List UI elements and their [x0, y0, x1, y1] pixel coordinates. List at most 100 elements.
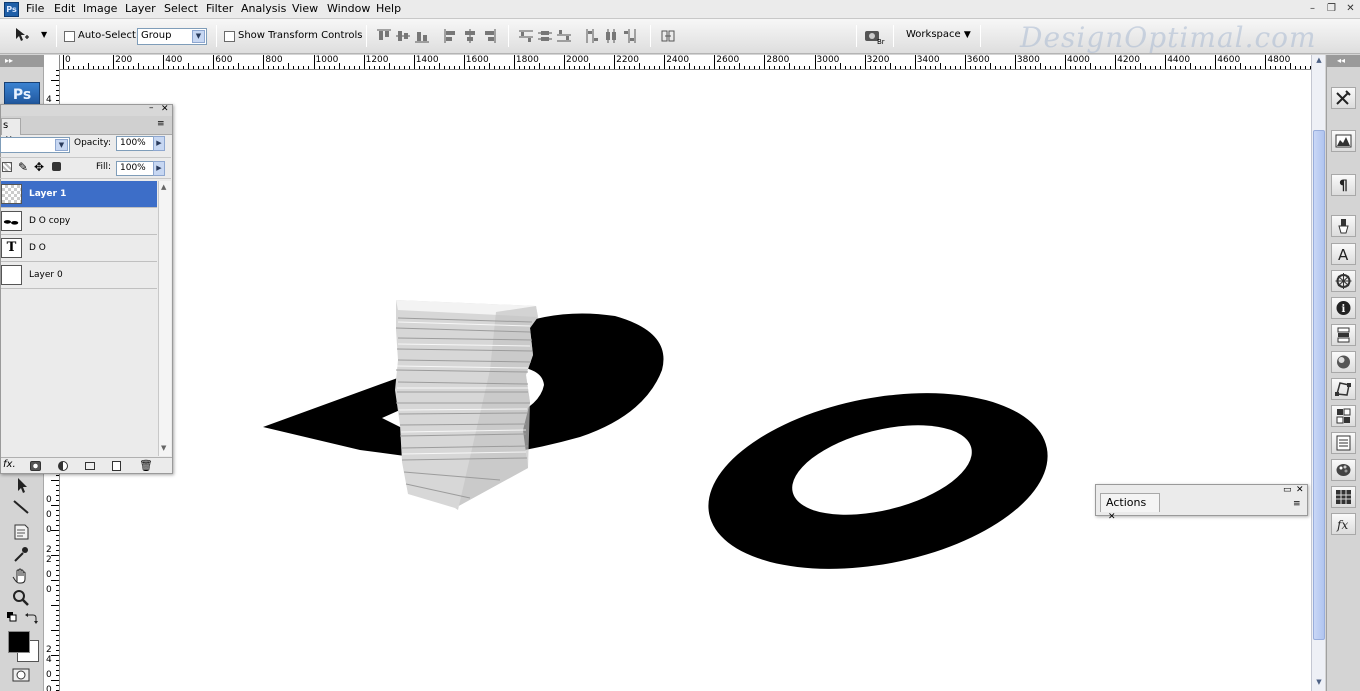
menu-image[interactable]: Image [83, 2, 117, 15]
panel-menu-icon[interactable]: ≡ [1293, 499, 1301, 509]
menu-analysis[interactable]: Analysis [241, 2, 286, 15]
dock-header[interactable]: ◂◂ [1327, 55, 1360, 67]
fx-icon[interactable]: fx. [3, 459, 16, 470]
document-canvas[interactable] [60, 70, 1311, 691]
actions-tab[interactable]: Actions ✕ [1100, 493, 1160, 522]
adjustment-layer-icon[interactable] [58, 461, 68, 471]
layer-row-layer-1[interactable]: Layer 1 [1, 181, 157, 208]
move-tool-preset-icon[interactable] [14, 27, 30, 43]
distribute-top-icon[interactable] [518, 28, 534, 44]
scroll-down-icon[interactable]: ▼ [161, 444, 166, 452]
layer-comps-icon[interactable] [1331, 324, 1356, 346]
lock-brush-icon[interactable]: ✎ [18, 160, 28, 174]
new-group-icon[interactable] [85, 462, 95, 470]
distribute-hcenter-icon[interactable] [603, 28, 619, 44]
scrollbar-thumb[interactable] [1313, 130, 1325, 640]
hand-tool-icon[interactable] [10, 566, 32, 586]
trash-icon[interactable]: 🗑 [139, 459, 153, 472]
history-icon[interactable] [1331, 432, 1356, 454]
lock-transparency-icon[interactable] [2, 162, 12, 172]
ruler-horizontal[interactable]: 0 200 400 600 800 1000 1200 1400 1600 1800 2000 220… [60, 55, 1311, 70]
paragraph-icon[interactable]: ¶ [1331, 174, 1356, 196]
quick-mask-icon[interactable] [10, 665, 32, 685]
align-hcenter-icon[interactable] [462, 28, 478, 44]
workspace-menu[interactable]: Workspace ▼ [906, 29, 971, 40]
ruler-minor-tick [258, 66, 260, 69]
panel-close-icon[interactable]: ✕ [1296, 485, 1304, 495]
menu-file[interactable]: File [26, 2, 44, 15]
distribute-vcenter-icon[interactable] [537, 28, 553, 44]
swatches-icon[interactable] [1331, 459, 1356, 481]
fill-arrow-icon[interactable]: ▶ [153, 161, 165, 176]
auto-select-dropdown[interactable]: Group ▼ [137, 28, 207, 45]
histogram-icon[interactable] [1331, 130, 1356, 152]
align-top-icon[interactable] [376, 28, 392, 44]
align-bottom-icon[interactable] [414, 28, 430, 44]
path-selection-tool-icon[interactable] [10, 475, 32, 495]
panel-menu-icon[interactable]: ≡ [157, 119, 165, 129]
ruler-minor-tick [1240, 63, 1242, 69]
fx-icon[interactable]: fx [1331, 513, 1356, 535]
scroll-up-icon[interactable]: ▲ [161, 183, 166, 191]
tools-icon[interactable] [1331, 87, 1356, 109]
layer-row-layer-0[interactable]: Layer 0 [1, 262, 157, 289]
chevron-down-icon[interactable]: ▼ [41, 30, 47, 39]
align-vcenter-icon[interactable] [395, 28, 411, 44]
blend-mode-dropdown[interactable]: ▼ [0, 137, 70, 153]
opacity-arrow-icon[interactable]: ▶ [153, 136, 165, 151]
distribute-bottom-icon[interactable] [556, 28, 572, 44]
menu-view[interactable]: View [292, 2, 318, 15]
foreground-color-swatch[interactable] [8, 631, 30, 653]
minimize-button[interactable]: – [1305, 2, 1320, 16]
channels-icon[interactable] [1331, 405, 1356, 427]
paths-icon[interactable] [1331, 378, 1356, 400]
menu-select[interactable]: Select [164, 2, 198, 15]
eyedropper-tool-icon[interactable] [10, 544, 32, 564]
layers-tab[interactable]: s ✕ [1, 118, 21, 145]
menu-layer[interactable]: Layer [125, 2, 156, 15]
layer-row-do-copy[interactable]: D O copy [1, 208, 157, 235]
menu-filter[interactable]: Filter [206, 2, 233, 15]
close-tab-icon[interactable]: ✕ [1108, 512, 1116, 522]
swap-colors-icon[interactable] [24, 611, 38, 625]
close-button[interactable]: ✕ [1343, 2, 1358, 16]
menu-help[interactable]: Help [376, 2, 401, 15]
menu-edit[interactable]: Edit [54, 2, 75, 15]
bridge-icon[interactable]: Br [864, 27, 886, 46]
scroll-up-icon[interactable]: ▲ [1313, 56, 1325, 68]
layers-scrollbar[interactable]: ▲ ▼ [158, 181, 171, 456]
restore-button[interactable]: ❐ [1324, 2, 1339, 16]
zoom-tool-icon[interactable] [10, 588, 32, 608]
menu-window[interactable]: Window [327, 2, 370, 15]
grid-icon[interactable] [1331, 486, 1356, 508]
info-icon[interactable]: i [1331, 297, 1356, 319]
panel-minimize-icon[interactable]: – [149, 103, 154, 113]
tools-panel-header[interactable]: ▸▸ [0, 55, 44, 67]
lock-all-icon[interactable] [52, 162, 61, 171]
show-transform-checkbox[interactable] [224, 31, 235, 42]
layers-panel-titlebar[interactable]: – ✕ [1, 103, 172, 116]
opacity-input[interactable]: 100% [116, 136, 156, 151]
default-colors-icon[interactable] [6, 611, 18, 623]
clone-source-icon[interactable] [1331, 215, 1356, 237]
align-left-icon[interactable] [443, 28, 459, 44]
distribute-left-icon[interactable] [584, 28, 600, 44]
fill-input[interactable]: 100% [116, 161, 156, 176]
color-icon[interactable] [1331, 351, 1356, 373]
character-icon[interactable]: A [1331, 243, 1356, 265]
navigator-icon[interactable] [1331, 270, 1356, 292]
panel-close-icon[interactable]: ✕ [161, 104, 169, 114]
lock-move-icon[interactable]: ✥ [34, 160, 44, 174]
auto-select-checkbox[interactable] [64, 31, 75, 42]
distribute-right-icon[interactable] [622, 28, 638, 44]
notes-tool-icon[interactable] [10, 522, 32, 542]
new-layer-icon[interactable] [112, 461, 121, 471]
add-mask-icon[interactable] [30, 461, 41, 471]
scroll-down-icon[interactable]: ▼ [1313, 678, 1325, 690]
layer-row-do[interactable]: T D O [1, 235, 157, 262]
line-tool-icon[interactable] [10, 497, 32, 517]
panel-minimize-icon[interactable]: ▭ [1283, 485, 1292, 495]
vertical-scrollbar[interactable]: ▲ ▼ [1311, 55, 1325, 691]
align-right-icon[interactable] [481, 28, 497, 44]
auto-align-icon[interactable] [660, 28, 676, 44]
